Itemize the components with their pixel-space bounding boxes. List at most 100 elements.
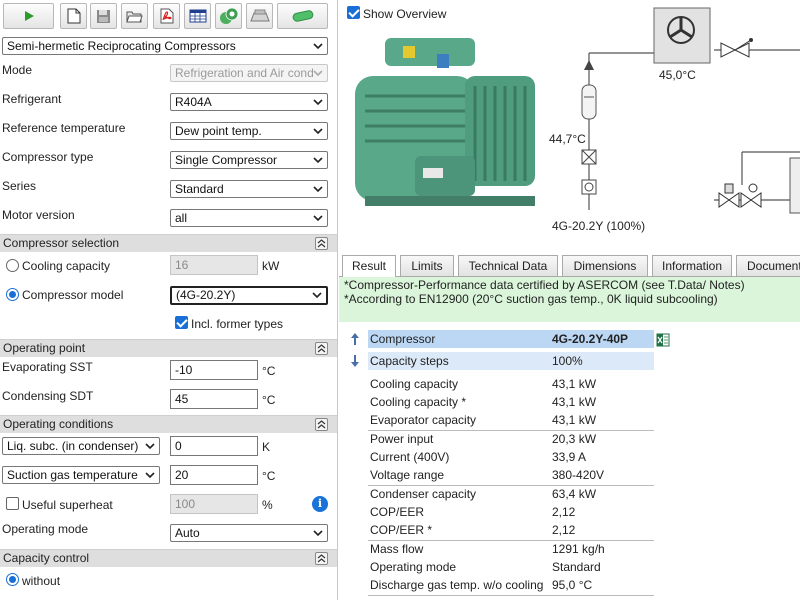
- condensing-label: Condensing SDT: [2, 389, 94, 403]
- tab-document[interactable]: Document: [736, 255, 800, 277]
- result-label: COP/EER: [370, 505, 425, 519]
- result-label: Evaporator capacity: [370, 413, 477, 427]
- result-value: 43,1 kW: [552, 377, 597, 391]
- reference-temperature-select[interactable]: Dew point temp.: [170, 122, 328, 140]
- section-title: Compressor selection: [3, 236, 120, 250]
- table-row: Discharge gas temp. w/o cooling 95,0 °C: [368, 576, 654, 594]
- result-value: 2,12: [552, 523, 576, 537]
- filter-drier-icon: [581, 149, 597, 165]
- double-chevron-up-icon: [317, 554, 326, 563]
- left-temperature: 44,7°C: [549, 132, 586, 146]
- without-radio[interactable]: [6, 573, 19, 586]
- pdf-button[interactable]: [153, 3, 180, 29]
- capacity-control-header: Capacity control: [0, 549, 337, 567]
- table-row: COP/EER 2,12: [368, 503, 654, 521]
- valve-pair-icon: [718, 183, 762, 208]
- operating-mode-value: Auto: [175, 526, 200, 540]
- result-label: Cooling capacity: [370, 377, 459, 391]
- table-row: Condenser capacity 63,4 kW: [368, 485, 654, 503]
- chevron-down-icon: [313, 43, 323, 50]
- suction-gas-select[interactable]: Suction gas temperature: [2, 466, 160, 484]
- useful-superheat-checkbox[interactable]: [6, 497, 19, 510]
- chevron-down-icon: [313, 157, 323, 164]
- condenser-fan-icon: [653, 7, 711, 64]
- table-row: Cooling capacity * 43,1 kW: [368, 393, 654, 411]
- operating-mode-select[interactable]: Auto: [170, 524, 328, 542]
- refrigerant-label: Refrigerant: [2, 92, 62, 106]
- cooling-capacity-unit: kW: [262, 259, 280, 273]
- toolbar: [0, 0, 337, 32]
- useful-superheat-unit: %: [262, 498, 273, 512]
- table-row: Mass flow 1291 kg/h: [368, 540, 654, 558]
- tab-information[interactable]: Information: [652, 255, 732, 277]
- chevron-down-icon: [313, 99, 323, 106]
- tab-dimensions[interactable]: Dimensions: [562, 255, 648, 277]
- collapse-button[interactable]: [315, 342, 328, 355]
- refrigerant-select[interactable]: R404A: [170, 93, 328, 111]
- without-label: without: [22, 574, 61, 588]
- new-button[interactable]: [60, 3, 87, 29]
- chevron-down-icon: [313, 128, 323, 135]
- expansion-valve-icon: [720, 38, 753, 58]
- suction-gas-unit: °C: [262, 469, 276, 483]
- condenser-temperature: 45,0°C: [659, 68, 696, 82]
- result-row-compressor: Compressor 4G-20.2Y-40P: [368, 330, 654, 348]
- info-icon[interactable]: i: [312, 496, 328, 512]
- result-value: Standard: [552, 560, 601, 574]
- tab-result[interactable]: Result: [342, 255, 396, 278]
- double-chevron-up-icon: [317, 420, 326, 429]
- result-label: Discharge gas temp. w/o cooling: [370, 578, 544, 592]
- compressor-series-icon: [219, 7, 238, 24]
- result-label: Compressor: [370, 332, 436, 346]
- chevron-down-icon: [145, 472, 155, 479]
- tab-technical-data[interactable]: Technical Data: [458, 255, 558, 277]
- cylinder-button[interactable]: [277, 3, 328, 29]
- pdf-icon: [160, 8, 173, 24]
- save-button[interactable]: [90, 3, 117, 29]
- collapse-button[interactable]: [315, 237, 328, 250]
- condensing-input[interactable]: 45: [170, 389, 258, 409]
- table-row: Current (400V) 33,9 A: [368, 448, 654, 466]
- table-button[interactable]: [184, 3, 211, 29]
- tab-limits[interactable]: Limits: [400, 255, 454, 277]
- table-row: Operating mode Standard: [368, 558, 654, 576]
- table-icon: [189, 9, 206, 23]
- mode-value: Refrigeration and Air cond: [175, 66, 314, 80]
- result-value: 100%: [552, 354, 583, 368]
- compressor-series-button[interactable]: [215, 3, 242, 29]
- chevron-down-icon: [312, 292, 322, 299]
- motor-version-select[interactable]: all: [170, 209, 328, 227]
- open-button[interactable]: [121, 3, 148, 29]
- mode-select: Refrigeration and Air cond: [170, 64, 328, 82]
- compressor-model-radio[interactable]: [6, 288, 19, 301]
- series-select[interactable]: Standard: [170, 180, 328, 198]
- evaporating-input[interactable]: -10: [170, 360, 258, 380]
- reference-temperature-label: Reference temperature: [2, 121, 126, 135]
- note-line-2: *According to EN12900 (20°C suction gas …: [344, 292, 718, 306]
- liquid-subcooling-input[interactable]: 0: [170, 436, 258, 456]
- collapse-button[interactable]: [315, 418, 328, 431]
- condensing-unit-button[interactable]: [246, 3, 273, 29]
- result-value: 63,4 kW: [552, 487, 597, 501]
- cooling-capacity-radio[interactable]: [6, 259, 19, 272]
- cooling-capacity-input: 16: [170, 255, 258, 275]
- arrow-up-icon[interactable]: [350, 332, 360, 346]
- excel-export-icon[interactable]: [656, 333, 670, 347]
- compressor-type-select[interactable]: Single Compressor: [170, 151, 328, 169]
- chevron-down-icon: [313, 70, 323, 77]
- operating-point-header: Operating point: [0, 339, 337, 357]
- result-value: 33,9 A: [552, 450, 587, 464]
- product-line-select[interactable]: Semi-hermetic Reciprocating Compressors: [2, 37, 328, 55]
- compressor-model-select[interactable]: (4G-20.2Y): [170, 286, 328, 305]
- liquid-subcooling-select[interactable]: Liq. subc. (in condenser): [2, 437, 160, 455]
- note-line-1: *Compressor-Performance data certified b…: [344, 278, 745, 292]
- former-types-checkbox[interactable]: [175, 316, 188, 329]
- sight-glass-icon: [581, 179, 597, 195]
- arrow-down-icon[interactable]: [350, 354, 360, 368]
- result-label: Cooling capacity *: [370, 395, 467, 409]
- show-overview-checkbox[interactable]: [347, 6, 360, 19]
- collapse-button[interactable]: [315, 552, 328, 565]
- suction-gas-input[interactable]: 20: [170, 465, 258, 485]
- run-button[interactable]: [3, 3, 54, 29]
- chevron-down-icon: [313, 186, 323, 193]
